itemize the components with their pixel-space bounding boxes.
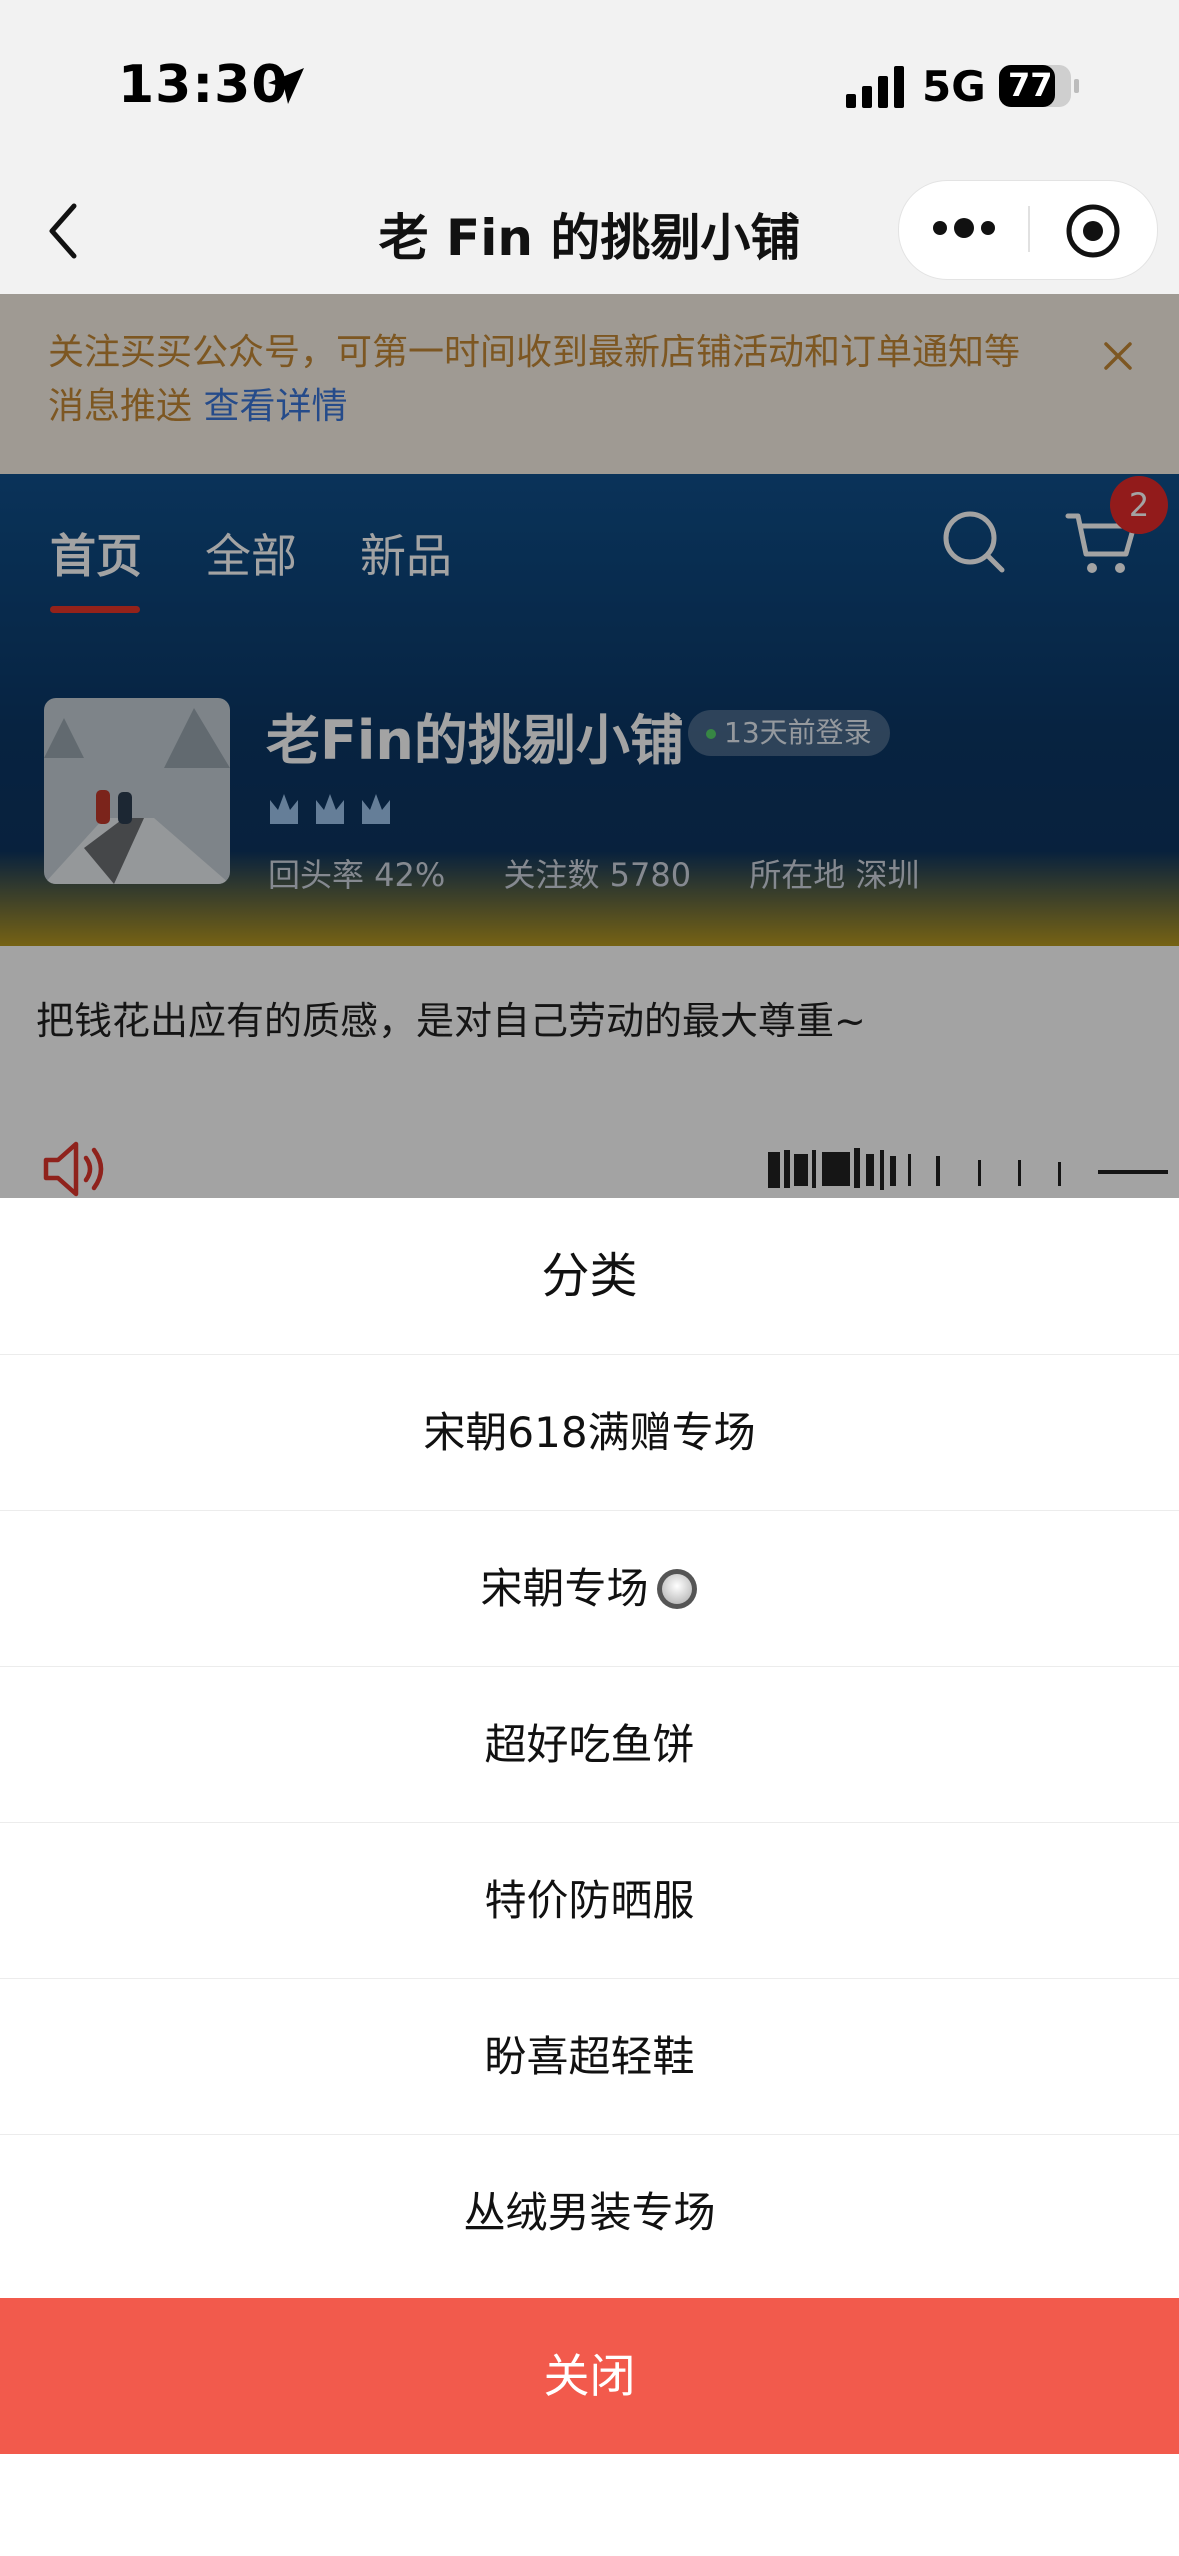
dim-overlay[interactable] [0,294,1179,1198]
network-type: 5G [922,62,986,111]
location-arrow-icon [268,68,304,104]
category-item[interactable]: 超好吃鱼饼 [0,1666,1179,1823]
category-item[interactable]: 盼喜超轻鞋 [0,1978,1179,2135]
more-dots-icon[interactable] [922,200,1006,256]
battery-level: 77 [1008,66,1053,104]
close-button[interactable]: 关闭 [0,2298,1179,2454]
category-item-label: 宋朝专场 [480,1564,649,1613]
category-item[interactable]: 宋朝618满赠专场 [0,1354,1179,1511]
radio-icon [656,1568,697,1609]
category-item[interactable]: 宋朝专场 [0,1510,1179,1667]
mini-close-icon[interactable] [1062,200,1124,262]
category-item[interactable]: 特价防晒服 [0,1822,1179,1979]
sheet-title: 分类 [541,1248,638,1304]
signal-icon [846,66,904,108]
battery-icon: 77 [998,62,1080,110]
category-item[interactable]: 丛绒男装专场 [0,2134,1179,2291]
capsule-divider [1028,206,1030,252]
